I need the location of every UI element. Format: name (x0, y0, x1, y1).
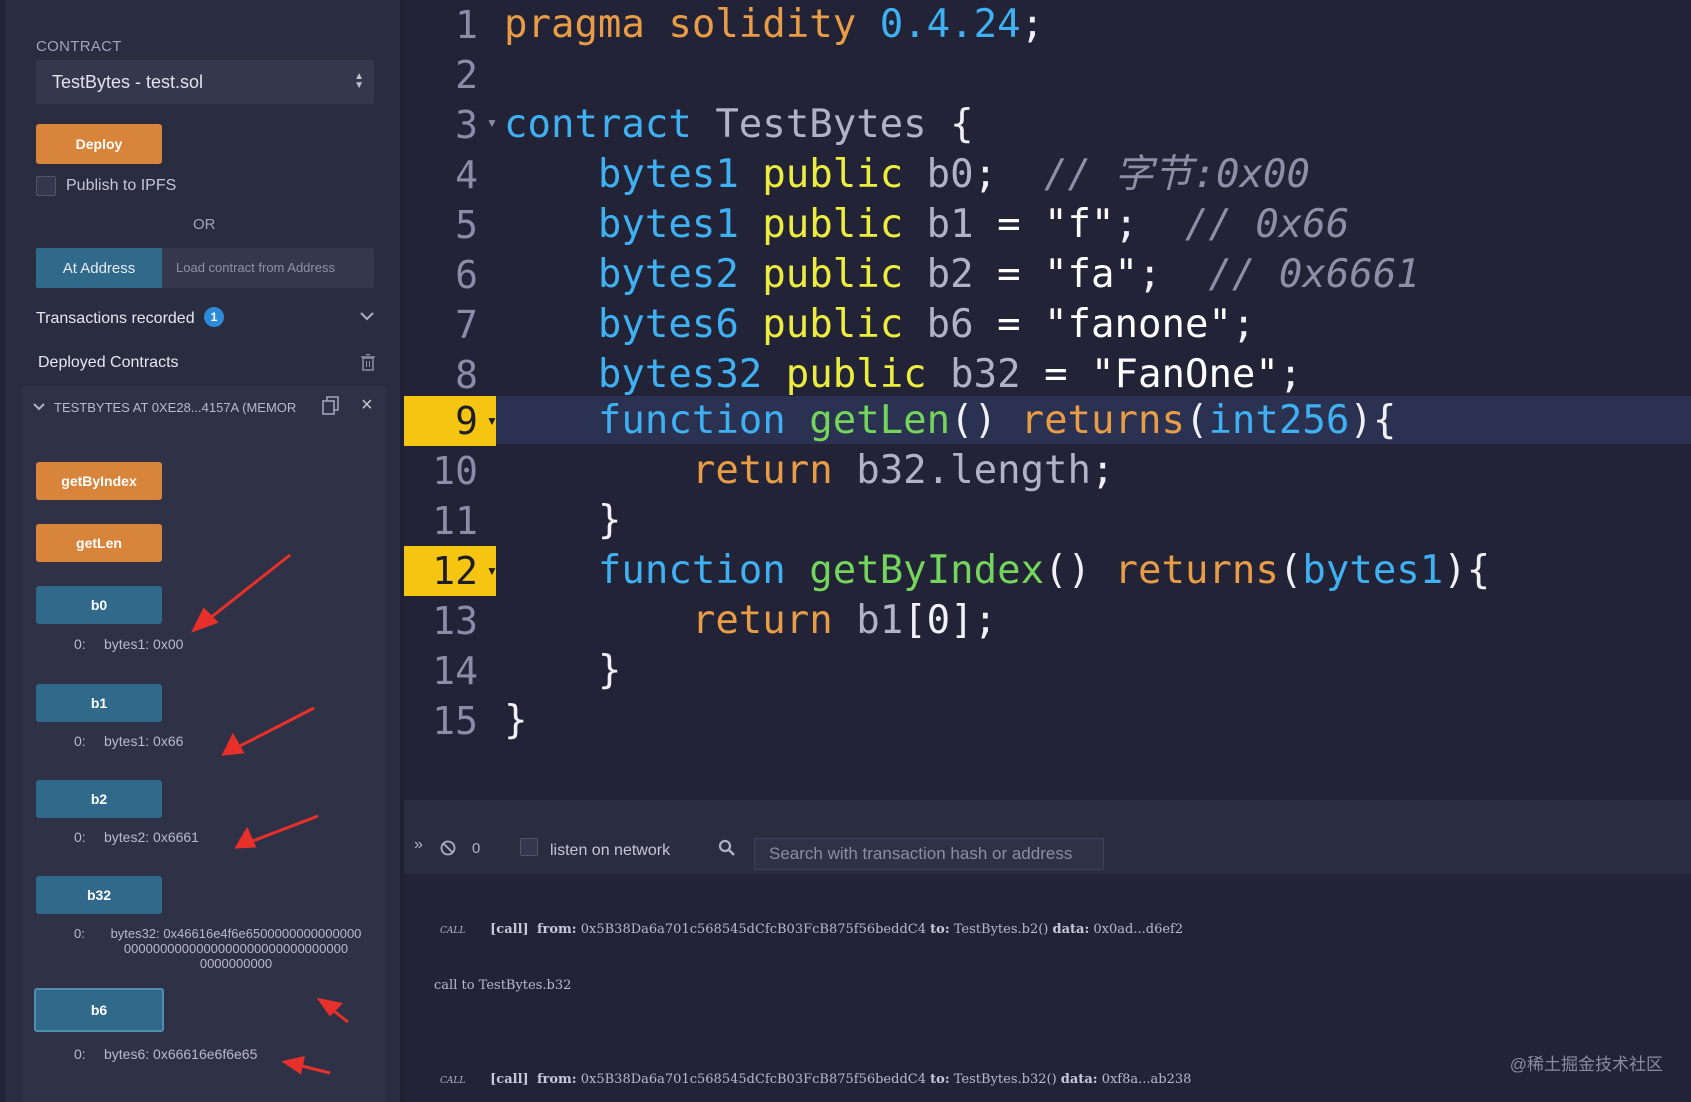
line-number[interactable]: 5 (404, 200, 496, 250)
call-tag: CALL (440, 1076, 466, 1086)
run-panel: CONTRACT TestBytes - test.sol ▲ ▼ Deploy … (0, 0, 404, 1102)
code-line-8: bytes32 public b32 = "FanOne"; (597, 352, 1303, 397)
code-line-10: return b32.length; (691, 448, 1115, 493)
code-line-6: bytes2 public b2 = "fa"; // 0x6661 (597, 252, 1420, 297)
code-area[interactable]: pragma solidity 0.4.24; contract TestByt… (504, 0, 1691, 800)
breakpoint-line-number[interactable]: 12 (404, 546, 496, 596)
line-number[interactable]: 7 (404, 300, 496, 350)
log-from: 0x5B38Da6a701c568545dCfcB03FcB875f56bedd… (580, 922, 926, 937)
terminal-log-text: call to TestBytes.b32 (434, 978, 572, 993)
code-line-12: function getByIndex() returns(bytes1){ (597, 548, 1491, 593)
code-line-3: contract TestBytes { (504, 102, 974, 147)
line-number[interactable]: 2 (404, 50, 496, 100)
watermark: @稀土掘金技术社区 (1509, 1055, 1663, 1074)
log-to-label: to: (930, 922, 950, 937)
code-line-7: bytes6 public b6 = "fanone"; (597, 302, 1256, 347)
log-to: TestBytes.b32() (953, 1072, 1057, 1087)
log-from-label: from: (536, 1072, 577, 1087)
line-number[interactable]: 4 (404, 150, 496, 200)
collapse-terminal-icon[interactable]: » (414, 836, 423, 854)
terminal-toolbar: » 0 listen on network Search with transa… (404, 800, 1691, 874)
arrow-icon (234, 826, 257, 849)
code-line-4: bytes1 public b0; // 字节:0x00 (597, 152, 1310, 197)
log-data-label: data: (1052, 922, 1090, 937)
editor-gutter[interactable]: 1 2 3 4 5 6 7 8 9 10 11 12 13 14 15 ▼ ▼ … (404, 0, 498, 800)
arrow-icon (221, 732, 245, 756)
line-number[interactable]: 10 (404, 446, 496, 496)
terminal-log-entry[interactable]: CALL [call] from: 0x5B38Da6a701c568545dC… (440, 1072, 1191, 1087)
line-number[interactable]: 11 (404, 496, 496, 546)
listen-network-label: listen on network (550, 842, 671, 859)
listen-network-checkbox[interactable] (520, 838, 538, 856)
line-number[interactable]: 1 (404, 0, 496, 50)
terminal-log-entry[interactable]: CALL [call] from: 0x5B38Da6a701c568545dC… (440, 922, 1183, 937)
clear-console-icon[interactable] (440, 840, 456, 856)
code-line-5: bytes1 public b1 = "f"; // 0x66 (597, 202, 1350, 247)
log-from: 0x5B38Da6a701c568545dCfcB03FcB875f56bedd… (580, 1072, 926, 1087)
fold-arrow-icon[interactable]: ▼ (486, 116, 498, 130)
log-kind: [call] (490, 922, 529, 937)
code-line-1: pragma solidity 0.4.24; (504, 2, 1045, 47)
pending-transactions-count: 0 (472, 840, 481, 857)
fold-arrow-icon[interactable]: ▼ (486, 564, 498, 578)
code-editor[interactable]: 1 2 3 4 5 6 7 8 9 10 11 12 13 14 15 ▼ ▼ … (404, 0, 1691, 800)
log-data-label: data: (1060, 1072, 1098, 1087)
line-number[interactable]: 6 (404, 250, 496, 300)
breakpoint-line-number[interactable]: 9 (404, 396, 496, 446)
terminal-search-input[interactable]: Search with transaction hash or address (754, 838, 1104, 870)
log-to-label: to: (930, 1072, 950, 1087)
log-data: 0x0ad...d6ef2 (1093, 922, 1184, 937)
log-from-label: from: (536, 922, 577, 937)
line-number[interactable]: 3 (404, 100, 496, 150)
annotation-arrows (190, 553, 349, 1075)
code-line-15: } (504, 698, 528, 743)
code-line-11: } (504, 498, 622, 543)
code-line-14: } (504, 648, 622, 693)
arrow-icon (190, 607, 219, 633)
line-number[interactable]: 14 (404, 646, 496, 696)
log-kind: [call] (490, 1072, 529, 1087)
arrow-icon (281, 1056, 305, 1075)
code-line-9: function getLen() returns(int256){ (597, 398, 1397, 443)
line-number[interactable]: 15 (404, 696, 496, 746)
line-number[interactable]: 13 (404, 596, 496, 646)
code-line-13: return b1[0]; (691, 598, 998, 643)
terminal-panel: » 0 listen on network Search with transa… (404, 800, 1691, 1102)
search-icon (718, 839, 735, 856)
log-to: TestBytes.b2() (953, 922, 1049, 937)
log-data: 0xf8a...ab238 (1101, 1072, 1192, 1087)
call-tag: CALL (440, 926, 466, 936)
line-number[interactable]: 8 (404, 350, 496, 400)
fold-arrow-icon[interactable]: ▼ (486, 414, 498, 428)
